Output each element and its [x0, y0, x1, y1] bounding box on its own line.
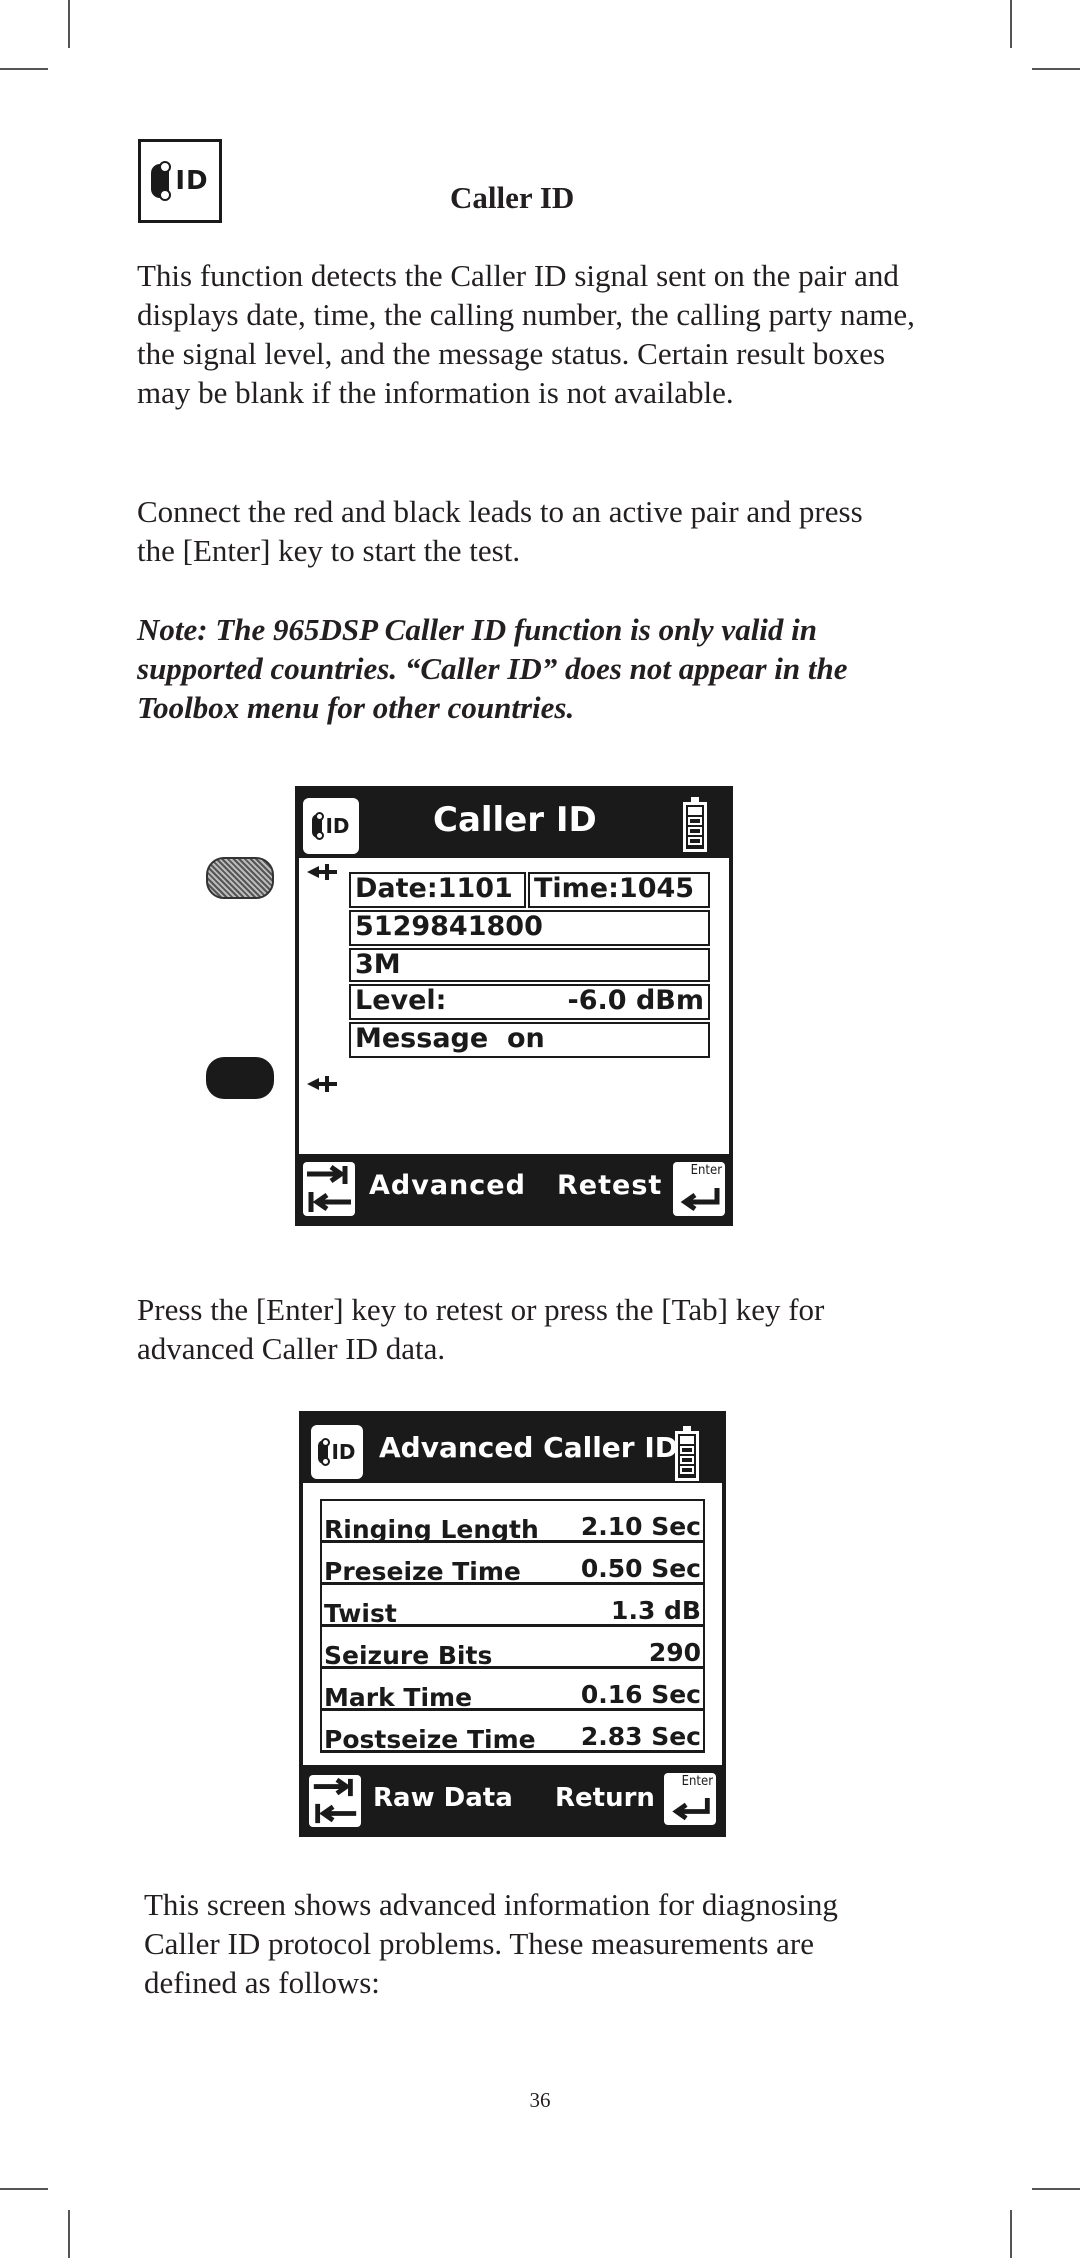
- raw-data-softkey[interactable]: Raw Data: [373, 1783, 513, 1813]
- message-status-field: Message on: [349, 1022, 710, 1058]
- caller-id-screen: ID Caller ID Date:1101 Time:1045 5129841…: [295, 786, 733, 1226]
- crop-mark: [68, 0, 70, 48]
- table-row: Mark Time 0.16 Sec: [322, 1669, 703, 1712]
- connect-paragraph: Connect the red and black leads to an ac…: [137, 494, 863, 568]
- table-row: Ringing Length 2.10 Sec: [322, 1501, 703, 1544]
- screen-body: Date:1101 Time:1045 5129841800 3M Level:…: [299, 858, 729, 1154]
- page-number: 36: [529, 2088, 551, 2112]
- arrow-left-icon: [307, 864, 337, 880]
- table-row: Seizure Bits 290: [322, 1627, 703, 1670]
- caller-id-icon: ID: [311, 1425, 363, 1479]
- page-title: Caller ID: [450, 180, 575, 215]
- crop-mark: [1032, 68, 1080, 70]
- intro-paragraph: This function detects the Caller ID sign…: [137, 258, 915, 410]
- time-field: Time:1045: [528, 872, 710, 908]
- calling-number-field: 5129841800: [349, 910, 710, 946]
- screen-body: Ringing Length 2.10 Sec Preseize Time 0.50…: [303, 1483, 722, 1765]
- advanced-softkey[interactable]: Advanced: [369, 1170, 526, 1201]
- date-field: Date:1101: [349, 872, 526, 908]
- retest-paragraph: Press the [Enter] key to retest or press…: [137, 1292, 825, 1366]
- side-button-lower: [206, 1057, 274, 1099]
- level-field: Level: -6.0 dBm: [349, 984, 710, 1020]
- enter-key-icon[interactable]: Enter: [664, 1773, 716, 1825]
- crop-mark: [1010, 0, 1012, 48]
- enter-key-icon[interactable]: Enter: [673, 1162, 725, 1216]
- advanced-info-paragraph: This screen shows advanced information f…: [144, 1887, 838, 2000]
- screen-title: Advanced Caller ID: [379, 1431, 679, 1464]
- phone-icon: [151, 161, 172, 201]
- caller-id-icon: ID: [303, 798, 359, 854]
- note-paragraph: Note: The 965DSP Caller ID function is o…: [137, 612, 848, 725]
- arrow-left-icon: [307, 1076, 337, 1092]
- table-row: Twist 1.3 dB: [322, 1585, 703, 1628]
- advanced-caller-id-screen: ID Advanced Caller ID Ringing Length 2.10…: [299, 1411, 726, 1837]
- screen-header: ID Advanced Caller ID: [299, 1411, 726, 1483]
- screen-title: Caller ID: [433, 800, 597, 840]
- crop-mark: [68, 2210, 70, 2258]
- retest-softkey[interactable]: Retest: [557, 1170, 662, 1201]
- calling-name-field: 3M: [349, 948, 710, 982]
- advanced-measurements-table: Ringing Length 2.10 Sec Preseize Time 0.50…: [320, 1499, 705, 1754]
- table-row: Preseize Time 0.50 Sec: [322, 1543, 703, 1586]
- screen-header: ID Caller ID: [295, 786, 733, 858]
- crop-mark: [1032, 2188, 1080, 2190]
- battery-icon: [683, 797, 707, 852]
- crop-mark: [0, 2188, 48, 2190]
- table-row: Postseize Time 2.83 Sec: [322, 1711, 703, 1754]
- screen-footer: Advanced Retest Enter: [295, 1154, 733, 1226]
- crop-mark: [1010, 2210, 1012, 2258]
- battery-icon: [675, 1426, 699, 1481]
- crop-mark: [0, 68, 48, 70]
- screen-footer: Raw Data Return Enter: [299, 1765, 726, 1837]
- side-button-upper: [206, 857, 274, 899]
- return-softkey[interactable]: Return: [555, 1783, 655, 1813]
- tab-key-icon[interactable]: [303, 1162, 355, 1216]
- caller-id-icon: ID: [138, 139, 222, 223]
- tab-key-icon[interactable]: [309, 1775, 361, 1827]
